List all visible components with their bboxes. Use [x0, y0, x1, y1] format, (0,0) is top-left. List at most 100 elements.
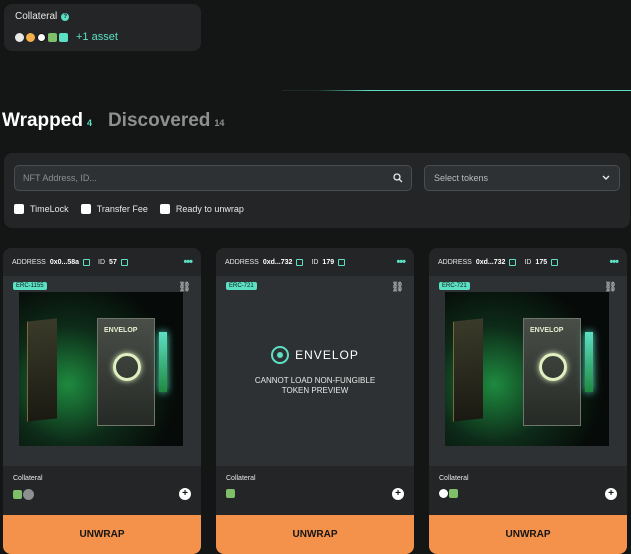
- collateral-summary-title: Collateral: [15, 11, 58, 22]
- nft-box-side: [27, 318, 57, 422]
- token-select-placeholder: Select tokens: [434, 173, 489, 183]
- chevron-down-icon: [602, 175, 610, 180]
- tab-discovered-label: Discovered: [107, 110, 211, 131]
- search-box: [14, 165, 412, 191]
- checkbox-box[interactable]: [159, 204, 170, 214]
- card-collateral: Collateral +: [429, 466, 627, 513]
- timelock-checkbox[interactable]: TimeLock: [14, 204, 69, 214]
- transfer-fee-label: Transfer Fee: [96, 204, 148, 214]
- nft-media: ERC-721 ⛓ ENVELOP: [429, 276, 627, 466]
- token-id: 175: [535, 258, 548, 266]
- add-collateral-icon[interactable]: +: [179, 488, 191, 500]
- checkbox-box[interactable]: [14, 204, 24, 214]
- copy-icon[interactable]: [83, 258, 91, 266]
- collateral-tokens: [439, 489, 617, 498]
- token-coin-icon: [439, 489, 448, 498]
- unwrap-button[interactable]: UNWRAP: [3, 515, 201, 554]
- collateral-tokens: [13, 489, 191, 500]
- id-label: ID: [98, 258, 106, 266]
- nft-media: ERC-1155 ⛓ ENVELOP: [3, 276, 201, 466]
- address-label: ADDRESS: [438, 258, 472, 266]
- token-id: 179: [322, 258, 335, 266]
- nft-box-front: ENVELOP: [523, 318, 581, 426]
- tab-wrapped[interactable]: Wrapped 4: [2, 110, 92, 132]
- nft-image[interactable]: ENVELOP: [19, 292, 183, 446]
- copy-icon[interactable]: [296, 258, 304, 266]
- nft-box-side: [453, 318, 483, 422]
- ready-to-unwrap-label: Ready to unwrap: [175, 204, 244, 214]
- tab-wrapped-count: 4: [86, 118, 92, 128]
- ready-to-unwrap-checkbox[interactable]: Ready to unwrap: [159, 204, 244, 214]
- more-options-icon[interactable]: •••: [396, 256, 406, 268]
- search-icon[interactable]: [393, 173, 403, 183]
- nft-brand: ENVELOP: [104, 327, 138, 334]
- copy-icon[interactable]: [551, 258, 559, 266]
- filter-checkboxes: TimeLock Transfer Fee Ready to unwrap: [14, 204, 244, 214]
- unwrap-button[interactable]: UNWRAP: [429, 515, 627, 554]
- token-coin-icon: [59, 32, 68, 42]
- timelock-label: TimeLock: [30, 204, 69, 214]
- token-coin-icon: [37, 32, 46, 42]
- checkbox-box[interactable]: [80, 204, 91, 214]
- collateral-summary-title-row: Collateral ?: [15, 11, 190, 22]
- more-assets-link[interactable]: +1 asset: [76, 31, 118, 43]
- nft-box-front: ENVELOP: [97, 318, 155, 426]
- token-coin-icon: [13, 490, 22, 499]
- unknown-token-icon: [23, 489, 34, 500]
- link-icon[interactable]: ⛓: [604, 282, 617, 293]
- unwrap-button[interactable]: UNWRAP: [216, 515, 414, 554]
- link-icon[interactable]: ⛓: [178, 282, 191, 293]
- search-input[interactable]: [23, 173, 393, 183]
- tab-discovered[interactable]: Discovered 14: [108, 110, 224, 132]
- token-standard-badge: ERC-1155: [13, 282, 47, 290]
- address-label: ADDRESS: [225, 258, 259, 266]
- link-icon[interactable]: ⛓: [391, 282, 404, 293]
- filter-panel: Select tokens TimeLock Transfer Fee Read…: [4, 153, 630, 228]
- brand-text: ENVELOP: [295, 348, 359, 362]
- token-coin-icon: [26, 32, 35, 42]
- tab-wrapped-label: Wrapped: [2, 110, 83, 131]
- add-collateral-icon[interactable]: +: [392, 488, 404, 500]
- help-icon[interactable]: ?: [61, 12, 70, 21]
- collateral-label: Collateral: [439, 475, 469, 482]
- copy-icon[interactable]: [338, 258, 346, 266]
- token-coin-icon: [48, 32, 57, 42]
- token-id: 57: [109, 258, 117, 266]
- token-coin-icon: [449, 489, 458, 498]
- tab-discovered-count: 14: [214, 118, 225, 128]
- token-tabs: Wrapped 4 Discovered 14: [2, 110, 224, 132]
- id-label: ID: [311, 258, 319, 266]
- id-label: ID: [524, 258, 532, 266]
- envelop-logo-icon: [539, 353, 567, 381]
- token-coin-icon: [15, 32, 24, 42]
- card-header: ADDRESS 0x0...58a ID 57 •••: [3, 248, 201, 276]
- collateral-summary-card: Collateral ? +1 asset: [4, 4, 201, 51]
- decorative-divider: [282, 90, 631, 91]
- envelop-logo-icon: [113, 353, 141, 381]
- card-header: ADDRESS 0xd...732 ID 179 •••: [216, 248, 414, 276]
- token-card: ADDRESS 0xd...732 ID 175 ••• ERC-721 ⛓ E…: [429, 248, 627, 554]
- nft-brand: ENVELOP: [530, 327, 564, 334]
- collateral-assets: +1 asset: [15, 31, 190, 43]
- more-options-icon[interactable]: •••: [183, 256, 193, 268]
- add-collateral-icon[interactable]: +: [605, 488, 617, 500]
- collateral-label: Collateral: [13, 475, 43, 482]
- more-options-icon[interactable]: •••: [609, 256, 619, 268]
- nft-glow: [159, 332, 167, 392]
- token-select[interactable]: Select tokens: [424, 165, 620, 191]
- token-address: 0xd...732: [262, 258, 293, 266]
- card-header: ADDRESS 0xd...732 ID 175 •••: [429, 248, 627, 276]
- token-card: ADDRESS 0xd...732 ID 179 ••• ERC-721 ⛓ E…: [216, 248, 414, 554]
- collateral-tokens: [226, 489, 404, 498]
- token-address: 0xd...732: [475, 258, 506, 266]
- transfer-fee-checkbox[interactable]: Transfer Fee: [80, 204, 148, 214]
- card-collateral: Collateral +: [216, 466, 414, 513]
- token-address: 0x0...58a: [49, 258, 80, 266]
- token-standard-badge: ERC-721: [226, 282, 257, 290]
- envelop-logo-icon: [271, 346, 290, 364]
- token-standard-badge: ERC-721: [439, 282, 470, 290]
- nft-image[interactable]: ENVELOP: [445, 292, 609, 446]
- copy-icon[interactable]: [120, 258, 128, 266]
- copy-icon[interactable]: [509, 258, 517, 266]
- card-collateral: Collateral +: [3, 466, 201, 513]
